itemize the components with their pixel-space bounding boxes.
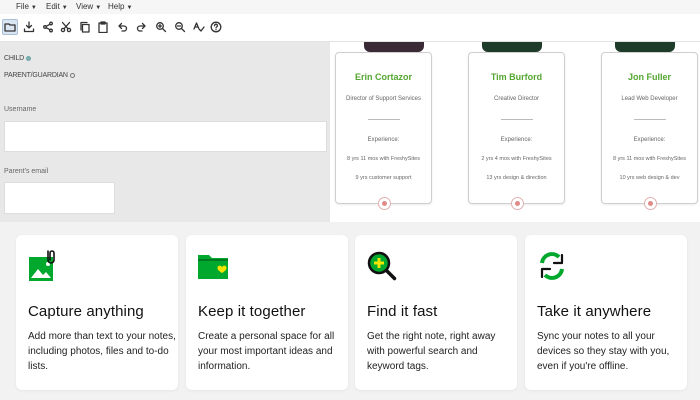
experience-line: 9 yrs customer support — [355, 175, 412, 181]
feature-card: Find it fast Get the right note, right a… — [355, 235, 517, 390]
radio-parent-dot[interactable] — [69, 72, 75, 78]
share-icon — [43, 21, 53, 33]
chevron-down-icon: ▼ — [95, 5, 102, 11]
experience-line: 13 yrs design & direction — [486, 175, 547, 181]
menu-view[interactable]: View ▼ — [76, 2, 101, 11]
divider — [368, 119, 400, 120]
team-panel: Erin Cortazor Director of Support Servic… — [330, 42, 700, 222]
menu-help-label: Help — [108, 2, 125, 11]
team-member-role: Director of Support Services — [345, 96, 422, 102]
feature-title: Find it fast — [367, 303, 438, 320]
menu-file-label: File — [16, 2, 29, 11]
chevron-down-icon: ▼ — [61, 5, 68, 11]
team-member-name: Jon Fuller — [627, 72, 671, 82]
team-photo — [364, 42, 424, 52]
copy-icon — [80, 21, 90, 33]
save-button[interactable] — [21, 19, 37, 35]
help-button[interactable] — [208, 19, 224, 35]
share-button[interactable] — [40, 19, 56, 35]
menu-help[interactable]: Help ▼ — [108, 2, 132, 11]
team-card: Jon Fuller Lead Web Developer Experience… — [601, 52, 698, 210]
image-clip-icon — [29, 250, 55, 281]
undo-icon — [118, 22, 128, 32]
experience-line: 8 yrs 11 mos with FreshySites — [347, 156, 420, 162]
menu-bar: File ▼ Edit ▼ View ▼ Help ▼ — [0, 0, 700, 14]
experience-label: Experience: — [633, 137, 666, 143]
parent-email-input[interactable] — [4, 182, 115, 214]
features-section: Capture anything Add more than text to y… — [0, 222, 700, 400]
team-photo — [482, 42, 542, 52]
feature-text: Get the right note, right away with powe… — [367, 331, 496, 372]
team-card: Erin Cortazor Director of Support Servic… — [335, 52, 432, 210]
zoom-out-icon — [175, 22, 186, 33]
cut-button[interactable] — [58, 19, 74, 35]
toolbar — [0, 14, 700, 42]
open-icon — [4, 23, 16, 32]
cut-icon — [60, 21, 72, 33]
feature-card: Take it anywhere Sync your notes to all … — [525, 235, 687, 390]
feature-text: Add more than text to your notes, includ… — [28, 331, 176, 372]
help-icon — [210, 21, 222, 33]
card-badge-icon[interactable] — [511, 197, 524, 210]
radio-parent-label: PARENT/GUARDIAN — [4, 72, 68, 79]
spell-check-button[interactable] — [191, 19, 207, 35]
sync-icon — [540, 252, 564, 280]
team-member-name: Tim Burford — [490, 72, 543, 82]
radio-child-label: CHILD — [4, 55, 25, 62]
feature-text: Create a personal space for all your mos… — [198, 331, 335, 372]
feature-title: Capture anything — [28, 303, 144, 320]
experience-line: 2 yrs 4 mos with FreshySites — [481, 156, 552, 162]
chevron-down-icon: ▼ — [30, 5, 37, 11]
team-member-role: Lead Web Developer — [621, 96, 678, 102]
feature-card: Capture anything Add more than text to y… — [16, 235, 178, 390]
radio-child[interactable]: CHILD — [4, 55, 32, 62]
radio-child-dot[interactable] — [26, 55, 32, 61]
feature-card: Keep it together Create a personal space… — [186, 235, 348, 390]
menu-view-label: View — [76, 2, 94, 11]
experience-line: 10 yrs web design & dev — [619, 175, 680, 181]
zoom-out-button[interactable] — [172, 19, 188, 35]
team-photo — [615, 42, 675, 52]
feature-title: Take it anywhere — [537, 303, 652, 320]
username-input[interactable] — [4, 121, 327, 152]
chevron-down-icon: ▼ — [126, 5, 133, 11]
folder-heart-icon — [198, 255, 228, 279]
open-button[interactable] — [2, 19, 18, 35]
redo-icon — [136, 22, 146, 32]
paste-button[interactable] — [95, 19, 111, 35]
experience-label: Experience: — [367, 137, 400, 143]
redo-button[interactable] — [134, 19, 150, 35]
team-card: Tim Burford Creative Director Experience… — [468, 52, 565, 210]
card-badge-icon[interactable] — [644, 197, 657, 210]
signup-form-panel: CHILD PARENT/GUARDIAN Username Parent's … — [0, 42, 330, 222]
feature-title: Keep it together — [198, 303, 306, 320]
team-member-role: Creative Director — [493, 96, 539, 102]
divider — [501, 119, 533, 120]
team-member-name: Erin Cortazor — [354, 72, 412, 82]
experience-label: Experience: — [500, 137, 533, 143]
feature-text: Sync your notes to all your devices so t… — [537, 331, 670, 372]
copy-button[interactable] — [77, 19, 93, 35]
menu-edit-label: Edit — [46, 2, 60, 11]
zoom-in-button[interactable] — [153, 19, 169, 35]
parent-email-label: Parent's email — [4, 168, 49, 175]
paste-icon — [98, 21, 108, 33]
save-icon — [23, 21, 35, 33]
magnifier-icon — [367, 251, 397, 281]
experience-line: 8 yrs 11 mos with FreshySites — [613, 156, 686, 162]
card-badge-icon[interactable] — [378, 197, 391, 210]
divider — [634, 119, 666, 120]
spell-check-icon — [193, 22, 205, 32]
undo-button[interactable] — [114, 19, 130, 35]
menu-file[interactable]: File ▼ — [16, 2, 37, 11]
radio-parent[interactable]: PARENT/GUARDIAN — [4, 72, 75, 79]
zoom-in-icon — [156, 22, 167, 33]
menu-edit[interactable]: Edit ▼ — [46, 2, 68, 11]
username-label: Username — [4, 106, 37, 113]
